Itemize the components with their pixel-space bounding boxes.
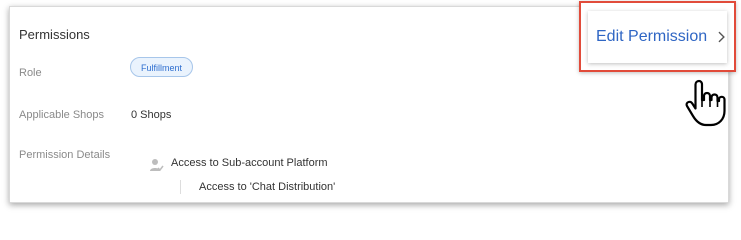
role-badge: Fulfillment xyxy=(130,57,194,77)
edit-permission-button[interactable]: Edit Permission xyxy=(588,11,727,63)
tree-connector xyxy=(180,180,181,194)
edit-permission-highlight: Edit Permission xyxy=(579,1,736,72)
applicable-shops-label: Applicable Shops xyxy=(19,109,105,121)
chevron-right-icon xyxy=(718,31,726,43)
screen: Permissions Role Fulfillment Applicable … xyxy=(0,0,741,214)
edit-permission-label: Edit Permission xyxy=(596,28,708,45)
user-permission-icon xyxy=(150,159,164,172)
role-label: Role xyxy=(19,67,42,79)
permission-item: Access to Sub-account Platform xyxy=(171,157,328,169)
permissions-title: Permissions xyxy=(19,27,90,42)
permission-subitem: Access to 'Chat Distribution' xyxy=(199,181,336,193)
hand-pointer-icon xyxy=(685,79,726,127)
permission-details-label: Permission Details xyxy=(19,149,111,161)
applicable-shops-value: 0 Shops xyxy=(131,109,172,121)
